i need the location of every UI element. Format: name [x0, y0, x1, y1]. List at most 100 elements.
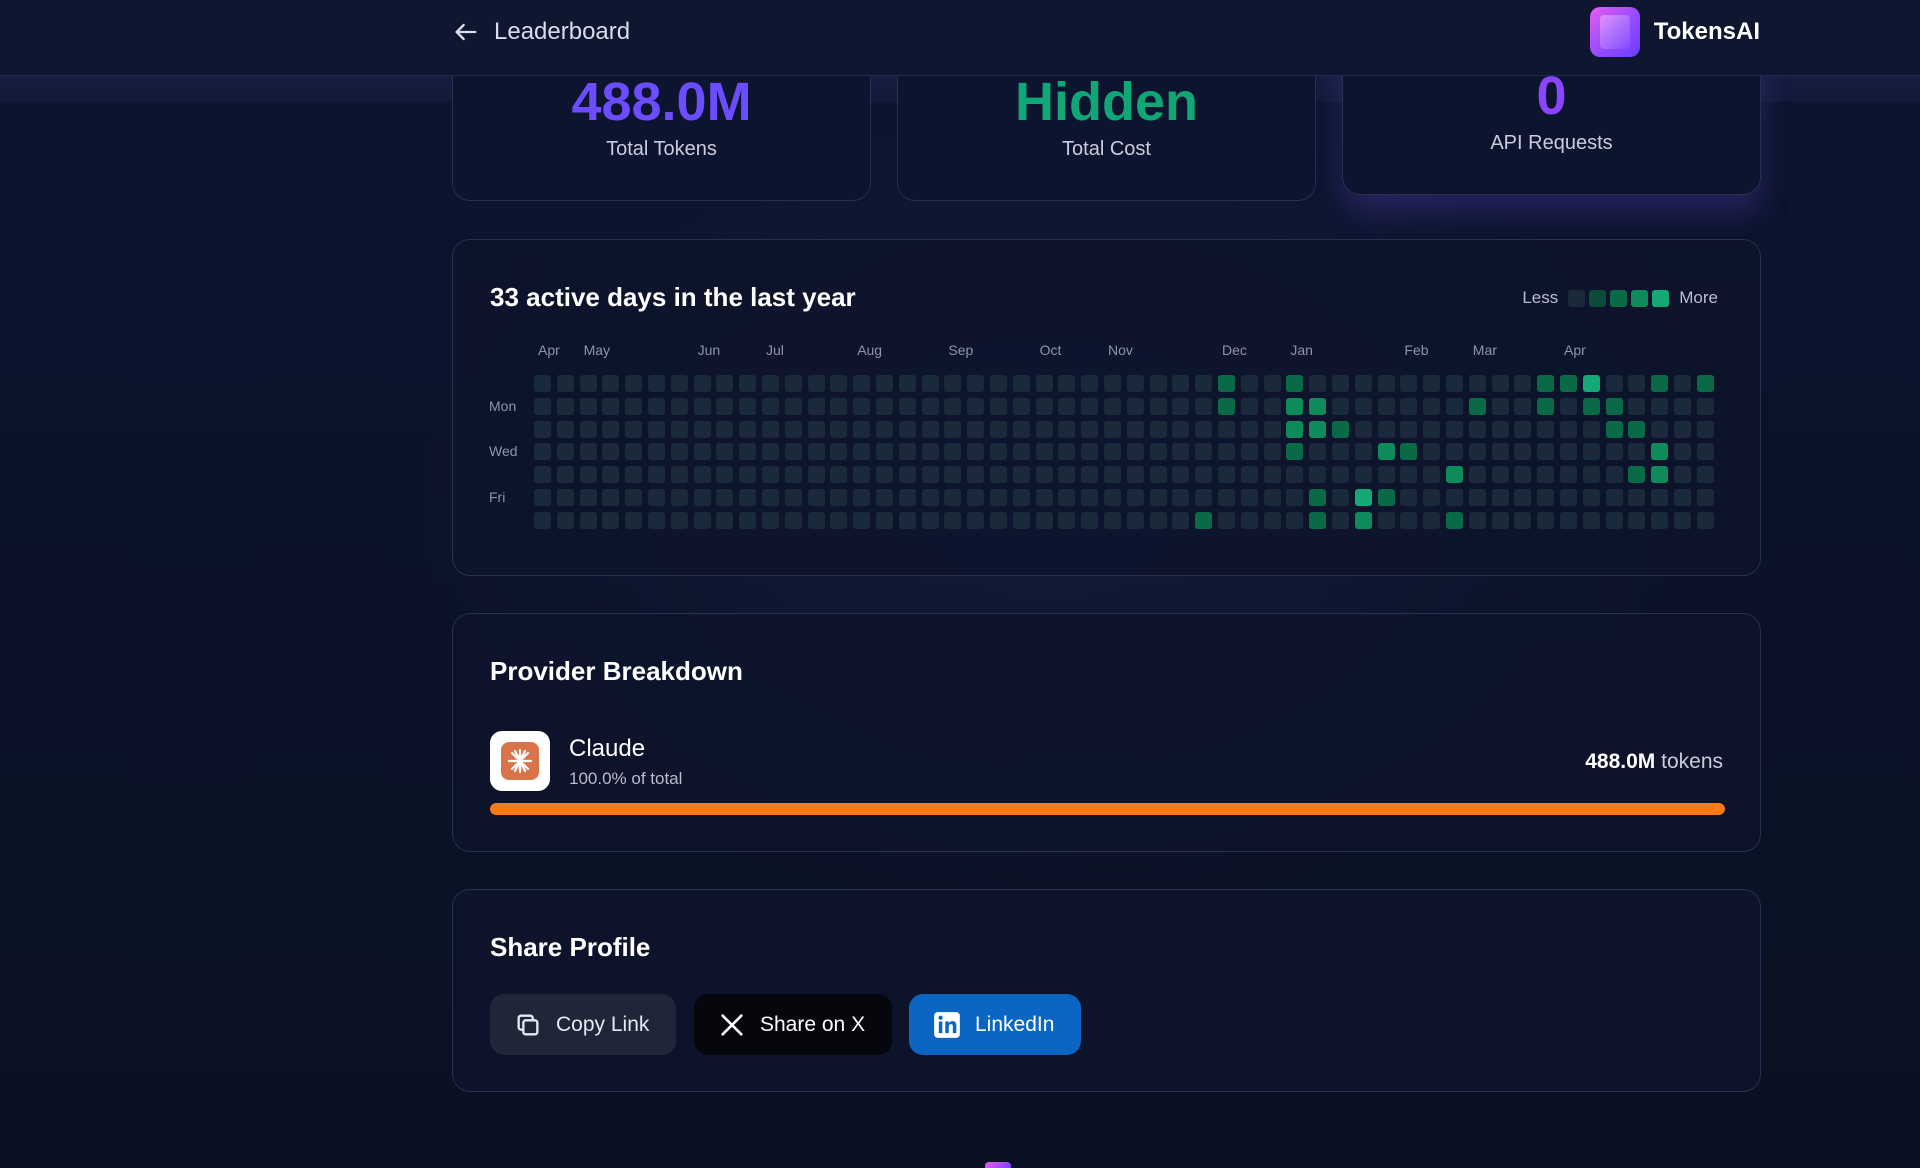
activity-day-cell[interactable]	[1035, 397, 1053, 415]
activity-day-cell[interactable]	[1400, 466, 1418, 484]
activity-day-cell[interactable]	[1674, 511, 1691, 529]
activity-day-cell[interactable]	[693, 511, 711, 529]
activity-day-cell[interactable]	[1491, 397, 1509, 415]
activity-day-cell[interactable]	[670, 375, 688, 392]
activity-day-cell[interactable]	[1537, 443, 1555, 461]
activity-day-cell[interactable]	[1240, 420, 1258, 438]
activity-day-cell[interactable]	[1651, 375, 1669, 392]
activity-day-cell[interactable]	[1423, 466, 1441, 484]
activity-day-cell[interactable]	[602, 420, 620, 438]
activity-day-cell[interactable]	[1104, 466, 1121, 484]
activity-day-cell[interactable]	[784, 511, 802, 529]
activity-day-cell[interactable]	[1218, 397, 1235, 415]
activity-day-cell[interactable]	[670, 443, 688, 461]
activity-day-cell[interactable]	[1537, 375, 1555, 392]
activity-day-cell[interactable]	[1263, 375, 1281, 392]
activity-day-cell[interactable]	[762, 397, 779, 415]
activity-day-cell[interactable]	[876, 489, 893, 506]
activity-day-cell[interactable]	[1126, 397, 1144, 415]
activity-day-cell[interactable]	[1195, 420, 1213, 438]
activity-day-cell[interactable]	[1172, 397, 1190, 415]
activity-day-cell[interactable]	[967, 420, 985, 438]
activity-day-cell[interactable]	[670, 420, 688, 438]
activity-day-cell[interactable]	[1081, 443, 1099, 461]
activity-day-cell[interactable]	[1035, 511, 1053, 529]
activity-day-cell[interactable]	[1081, 420, 1099, 438]
activity-day-cell[interactable]	[784, 489, 802, 506]
activity-day-cell[interactable]	[944, 375, 962, 392]
activity-day-cell[interactable]	[1149, 397, 1167, 415]
activity-day-cell[interactable]	[1263, 511, 1281, 529]
activity-day-cell[interactable]	[967, 443, 985, 461]
activity-day-cell[interactable]	[716, 397, 734, 415]
activity-day-cell[interactable]	[1332, 511, 1349, 529]
activity-day-cell[interactable]	[1423, 443, 1441, 461]
activity-day-cell[interactable]	[1514, 466, 1532, 484]
activity-day-cell[interactable]	[1354, 443, 1372, 461]
activity-day-cell[interactable]	[1628, 420, 1646, 438]
activity-day-cell[interactable]	[1240, 466, 1258, 484]
activity-day-cell[interactable]	[1628, 466, 1646, 484]
activity-day-cell[interactable]	[1126, 420, 1144, 438]
activity-day-cell[interactable]	[967, 397, 985, 415]
activity-day-cell[interactable]	[1263, 420, 1281, 438]
activity-day-cell[interactable]	[1104, 420, 1121, 438]
activity-day-cell[interactable]	[762, 466, 779, 484]
activity-day-cell[interactable]	[921, 511, 939, 529]
activity-day-cell[interactable]	[1446, 443, 1463, 461]
activity-day-cell[interactable]	[898, 466, 916, 484]
activity-day-cell[interactable]	[648, 443, 665, 461]
activity-day-cell[interactable]	[1468, 397, 1486, 415]
activity-day-cell[interactable]	[693, 397, 711, 415]
activity-day-cell[interactable]	[807, 420, 825, 438]
activity-day-cell[interactable]	[716, 489, 734, 506]
activity-day-cell[interactable]	[1354, 511, 1372, 529]
linkedin-button[interactable]: LinkedIn	[909, 994, 1081, 1055]
activity-day-cell[interactable]	[1126, 466, 1144, 484]
activity-day-cell[interactable]	[1035, 443, 1053, 461]
activity-day-cell[interactable]	[1012, 489, 1030, 506]
activity-day-cell[interactable]	[1195, 489, 1213, 506]
activity-day-cell[interactable]	[1491, 420, 1509, 438]
activity-day-cell[interactable]	[1468, 420, 1486, 438]
activity-day-cell[interactable]	[944, 489, 962, 506]
activity-day-cell[interactable]	[1218, 443, 1235, 461]
activity-day-cell[interactable]	[1537, 466, 1555, 484]
activity-day-cell[interactable]	[1309, 489, 1327, 506]
activity-day-cell[interactable]	[625, 375, 643, 392]
activity-day-cell[interactable]	[1126, 511, 1144, 529]
activity-day-cell[interactable]	[921, 420, 939, 438]
activity-day-cell[interactable]	[1240, 443, 1258, 461]
activity-day-cell[interactable]	[1491, 466, 1509, 484]
activity-day-cell[interactable]	[648, 511, 665, 529]
activity-day-cell[interactable]	[1377, 420, 1395, 438]
activity-day-cell[interactable]	[1263, 466, 1281, 484]
activity-day-cell[interactable]	[1514, 489, 1532, 506]
activity-day-cell[interactable]	[1126, 489, 1144, 506]
activity-day-cell[interactable]	[1309, 420, 1327, 438]
activity-day-cell[interactable]	[602, 511, 620, 529]
activity-day-cell[interactable]	[1286, 375, 1304, 392]
activity-day-cell[interactable]	[944, 420, 962, 438]
activity-day-cell[interactable]	[1012, 443, 1030, 461]
activity-day-cell[interactable]	[1309, 466, 1327, 484]
activity-day-cell[interactable]	[898, 375, 916, 392]
activity-day-cell[interactable]	[1400, 443, 1418, 461]
activity-day-cell[interactable]	[1377, 511, 1395, 529]
activity-day-cell[interactable]	[625, 420, 643, 438]
activity-day-cell[interactable]	[1514, 397, 1532, 415]
activity-day-cell[interactable]	[1081, 489, 1099, 506]
activity-day-cell[interactable]	[1651, 466, 1669, 484]
activity-day-cell[interactable]	[1628, 375, 1646, 392]
activity-day-cell[interactable]	[1560, 466, 1577, 484]
activity-day-cell[interactable]	[1560, 375, 1577, 392]
activity-day-cell[interactable]	[1172, 443, 1190, 461]
activity-day-cell[interactable]	[1674, 375, 1691, 392]
activity-day-cell[interactable]	[693, 375, 711, 392]
activity-day-cell[interactable]	[1081, 511, 1099, 529]
activity-day-cell[interactable]	[556, 511, 574, 529]
activity-day-cell[interactable]	[670, 511, 688, 529]
activity-day-cell[interactable]	[625, 489, 643, 506]
activity-day-cell[interactable]	[1058, 466, 1076, 484]
activity-day-cell[interactable]	[1468, 511, 1486, 529]
